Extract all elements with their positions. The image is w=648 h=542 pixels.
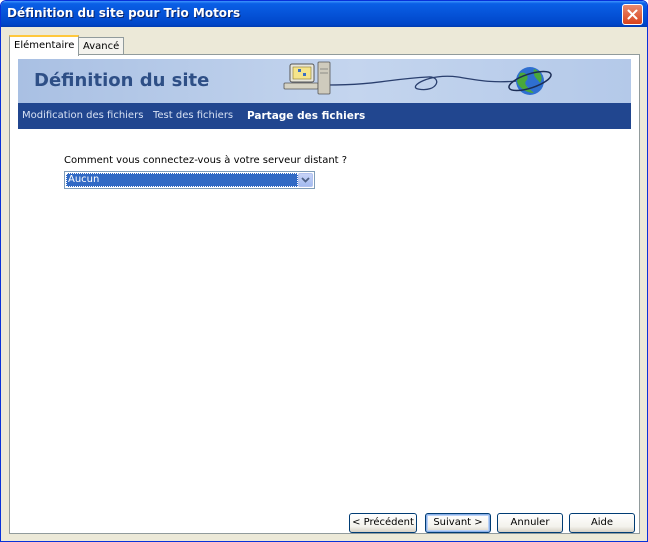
connection-select[interactable]: Aucun: [64, 171, 315, 189]
next-button[interactable]: Suivant >: [425, 513, 491, 533]
network-illustration-icon: [283, 61, 552, 95]
banner-title: Définition du site: [34, 70, 210, 91]
window-title: Définition du site pour Trio Motors: [7, 6, 241, 20]
connection-question: Comment vous connectez-vous à votre serv…: [64, 155, 348, 166]
dropdown-button[interactable]: [298, 173, 313, 187]
chevron-down-icon: [301, 177, 310, 183]
help-button[interactable]: Aide: [569, 513, 635, 533]
previous-button[interactable]: < Précédent: [349, 513, 417, 533]
tab-label: Avancé: [83, 41, 120, 52]
cancel-button[interactable]: Annuler: [497, 513, 563, 533]
step-modification: Modification des fichiers: [22, 110, 144, 121]
wizard-steps-bar: Modification des fichiers Test des fichi…: [18, 103, 631, 129]
title-bar[interactable]: Définition du site pour Trio Motors: [1, 1, 647, 27]
tab-avance[interactable]: Avancé: [78, 37, 125, 55]
wizard-banner: Définition du site: [18, 59, 631, 103]
tab-label: Elémentaire: [14, 40, 75, 51]
next-button-label: Suivant >: [433, 517, 483, 528]
site-definition-dialog: Définition du site pour Trio Motors Elém…: [0, 0, 648, 542]
cancel-button-label: Annuler: [510, 517, 550, 528]
tab-elementaire[interactable]: Elémentaire: [9, 35, 80, 56]
connection-select-value: Aucun: [66, 173, 298, 187]
close-icon: [627, 9, 638, 20]
previous-button-label: < Précédent: [352, 517, 414, 528]
close-button[interactable]: [622, 4, 643, 25]
step-partage: Partage des fichiers: [247, 110, 366, 122]
help-button-label: Aide: [590, 517, 614, 528]
step-test: Test des fichiers: [153, 110, 234, 121]
tab-panel: Définition du site Modification des fich…: [9, 54, 640, 534]
